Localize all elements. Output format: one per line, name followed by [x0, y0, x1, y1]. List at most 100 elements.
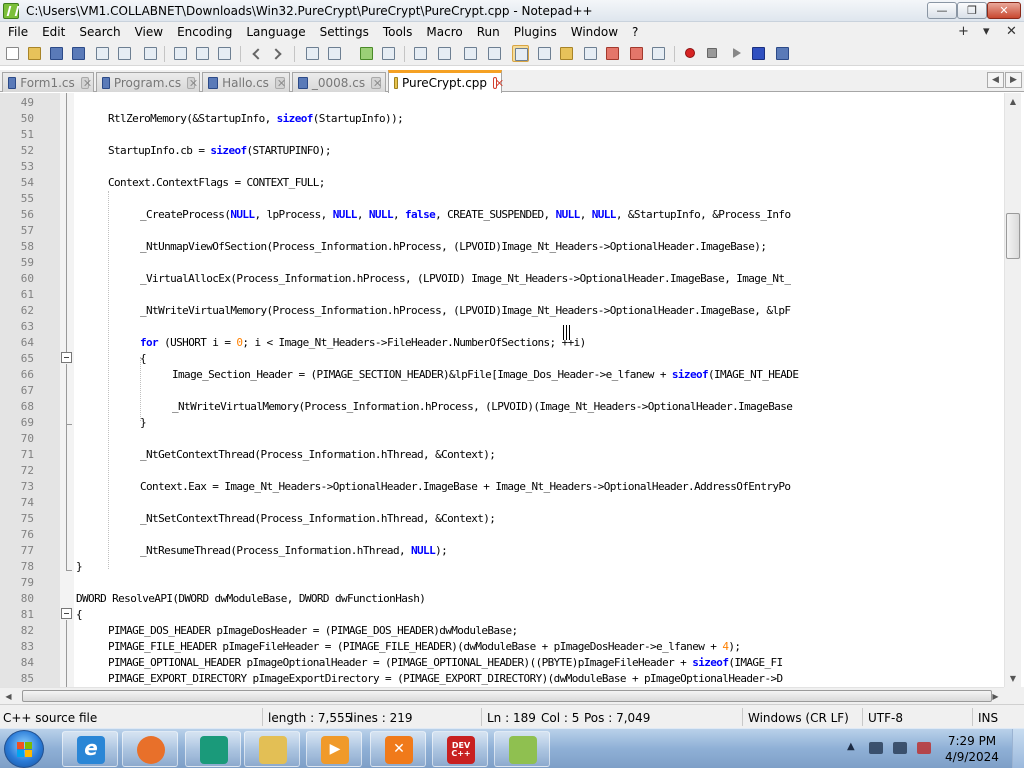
- show-desktop-button[interactable]: [1012, 729, 1024, 768]
- open-file-icon[interactable]: [26, 45, 43, 62]
- sync-horizontal-icon[interactable]: [436, 45, 453, 62]
- code-line[interactable]: 67: [0, 383, 1004, 399]
- menu-settings[interactable]: Settings: [313, 22, 376, 42]
- menu-tools[interactable]: Tools: [376, 22, 420, 42]
- code-line[interactable]: 49: [0, 95, 1004, 111]
- tab-close-icon[interactable]: [274, 76, 285, 89]
- paste-icon[interactable]: [216, 45, 233, 62]
- code-line[interactable]: 77 _NtResumeThread(Process_Information.hT…: [0, 543, 1004, 559]
- menu-help[interactable]: ?: [625, 22, 645, 42]
- code-line[interactable]: 76: [0, 527, 1004, 543]
- notepad-plus-plus-app-icon[interactable]: [3, 3, 19, 19]
- code-line[interactable]: 52 StartupInfo.cb = sizeof(STARTUPINFO);: [0, 143, 1004, 159]
- code-line[interactable]: 61: [0, 287, 1004, 303]
- scroll-left-arrow[interactable]: ◀: [0, 688, 17, 704]
- xampp-taskbar-button[interactable]: ✕: [370, 731, 426, 767]
- tab-0008-cs[interactable]: _0008.cs: [292, 72, 386, 92]
- doc-map-icon[interactable]: [558, 45, 575, 62]
- close-window-button[interactable]: ✕: [987, 2, 1021, 19]
- tab-scroll-right-button[interactable]: ▶: [1005, 72, 1022, 88]
- menu-file[interactable]: File: [0, 22, 35, 42]
- maximize-button[interactable]: ❐: [957, 2, 987, 19]
- scroll-up-arrow[interactable]: ▲: [1005, 93, 1021, 110]
- code-line[interactable]: 79: [0, 575, 1004, 591]
- code-line[interactable]: 73 Context.Eax = Image_Nt_Headers->Option…: [0, 479, 1004, 495]
- code-line[interactable]: 75 _NtSetContextThread(Process_Informatio…: [0, 511, 1004, 527]
- code-line[interactable]: 72: [0, 463, 1004, 479]
- user-lang-icon[interactable]: [536, 45, 553, 62]
- code-line[interactable]: 74: [0, 495, 1004, 511]
- title-bar[interactable]: C:\Users\VM1.COLLABNET\Downloads\Win32.P…: [0, 0, 1024, 22]
- menu-encoding[interactable]: Encoding: [170, 22, 239, 42]
- vertical-scroll-thumb[interactable]: [1006, 213, 1020, 259]
- vertical-scrollbar[interactable]: ▲ ▼: [1004, 93, 1021, 687]
- notepad-plus-plus-taskbar-button[interactable]: [494, 731, 550, 767]
- save-macro-icon[interactable]: [774, 45, 791, 62]
- code-line[interactable]: 58 _NtUnmapViewOfSection(Process_Informat…: [0, 239, 1004, 255]
- code-line[interactable]: 59: [0, 255, 1004, 271]
- code-line[interactable]: 78}: [0, 559, 1004, 575]
- minimize-button[interactable]: —: [927, 2, 957, 19]
- new-tab-plus-icon[interactable]: +: [958, 22, 969, 42]
- tab-close-icon[interactable]: [493, 77, 497, 89]
- new-file-icon[interactable]: [4, 45, 21, 62]
- tab-program-cs[interactable]: Program.cs: [96, 72, 200, 92]
- code-line[interactable]: 71 _NtGetContextThread(Process_Informatio…: [0, 447, 1004, 463]
- menu-search[interactable]: Search: [72, 22, 127, 42]
- media-player-taskbar-button[interactable]: ▶: [306, 731, 362, 767]
- menu-window[interactable]: Window: [564, 22, 625, 42]
- status-insert-mode[interactable]: INS: [978, 711, 998, 725]
- system-clock[interactable]: 7:29 PM 4/9/2024: [940, 733, 1004, 765]
- run-macro-multiple-icon[interactable]: [750, 45, 767, 62]
- close-document-icon[interactable]: ✕: [1006, 22, 1017, 42]
- code-line[interactable]: 66 Image_Section_Header = (PIMAGE_SECTION…: [0, 367, 1004, 383]
- code-line[interactable]: 62 _NtWriteVirtualMemory(Process_Informat…: [0, 303, 1004, 319]
- code-line[interactable]: 56 _CreateProcess(NULL, lpProcess, NULL, …: [0, 207, 1004, 223]
- menu-plugins[interactable]: Plugins: [507, 22, 564, 42]
- code-line[interactable]: 54 Context.ContextFlags = CONTEXT_FULL;: [0, 175, 1004, 191]
- save-all-icon[interactable]: [70, 45, 87, 62]
- tab-purecrypt-cpp[interactable]: PureCrypt.cpp: [388, 70, 502, 93]
- code-line[interactable]: 68 _NtWriteVirtualMemory(Process_Informat…: [0, 399, 1004, 415]
- status-encoding[interactable]: UTF-8: [868, 711, 903, 725]
- code-line[interactable]: 65 {: [0, 351, 1004, 367]
- save-icon[interactable]: [48, 45, 65, 62]
- zoom-out-icon[interactable]: [380, 45, 397, 62]
- function-list-icon[interactable]: [582, 45, 599, 62]
- tab-close-icon[interactable]: [80, 76, 89, 89]
- show-all-chars-icon[interactable]: [486, 45, 503, 62]
- menu-language[interactable]: Language: [239, 22, 312, 42]
- menu-run[interactable]: Run: [470, 22, 507, 42]
- code-line[interactable]: 70: [0, 431, 1004, 447]
- indent-guide-icon[interactable]: [512, 45, 529, 62]
- tab-hallo-cs[interactable]: Hallo.cs: [202, 72, 290, 92]
- network-icon[interactable]: [893, 742, 907, 754]
- code-line[interactable]: 83 PIMAGE_FILE_HEADER pImageFileHeader = …: [0, 639, 1004, 655]
- replace-icon[interactable]: [326, 45, 343, 62]
- code-line[interactable]: 80 DWORD ResolveAPI(DWORD dwModuleBase, D…: [0, 591, 1004, 607]
- close-all-icon[interactable]: [116, 45, 133, 62]
- spy-icon[interactable]: [650, 45, 667, 62]
- tab-scroll-left-button[interactable]: ◀: [987, 72, 1004, 88]
- cut-icon[interactable]: [172, 45, 189, 62]
- dev-cpp-taskbar-button[interactable]: DEV C++: [432, 731, 488, 767]
- browser-globe-taskbar-button[interactable]: [185, 731, 241, 767]
- code-line[interactable]: 64 for (USHORT i = 0; i < Image_Nt_Header…: [0, 335, 1004, 351]
- code-line[interactable]: 81 {: [0, 607, 1004, 623]
- code-line[interactable]: 55: [0, 191, 1004, 207]
- tab-close-icon[interactable]: [371, 76, 381, 89]
- tab-list-dropdown-icon[interactable]: ▾: [983, 22, 990, 42]
- action-center-flag-icon[interactable]: [869, 742, 883, 754]
- code-line[interactable]: 84 PIMAGE_OPTIONAL_HEADER pImageOptionalH…: [0, 655, 1004, 671]
- record-macro-icon[interactable]: [682, 45, 699, 62]
- tab-close-icon[interactable]: [187, 76, 195, 89]
- stop-macro-icon[interactable]: [704, 45, 721, 62]
- redo-icon[interactable]: [270, 45, 287, 62]
- find-icon[interactable]: [304, 45, 321, 62]
- code-line[interactable]: 85 PIMAGE_EXPORT_DIRECTORY pImageExportDi…: [0, 671, 1004, 687]
- tab-form1-cs[interactable]: Form1.cs: [2, 72, 94, 92]
- close-icon[interactable]: [94, 45, 111, 62]
- scroll-right-arrow[interactable]: ▶: [987, 688, 1004, 704]
- code-line[interactable]: 50 RtlZeroMemory(&StartupInfo, sizeof(Sta…: [0, 111, 1004, 127]
- menu-macro[interactable]: Macro: [419, 22, 469, 42]
